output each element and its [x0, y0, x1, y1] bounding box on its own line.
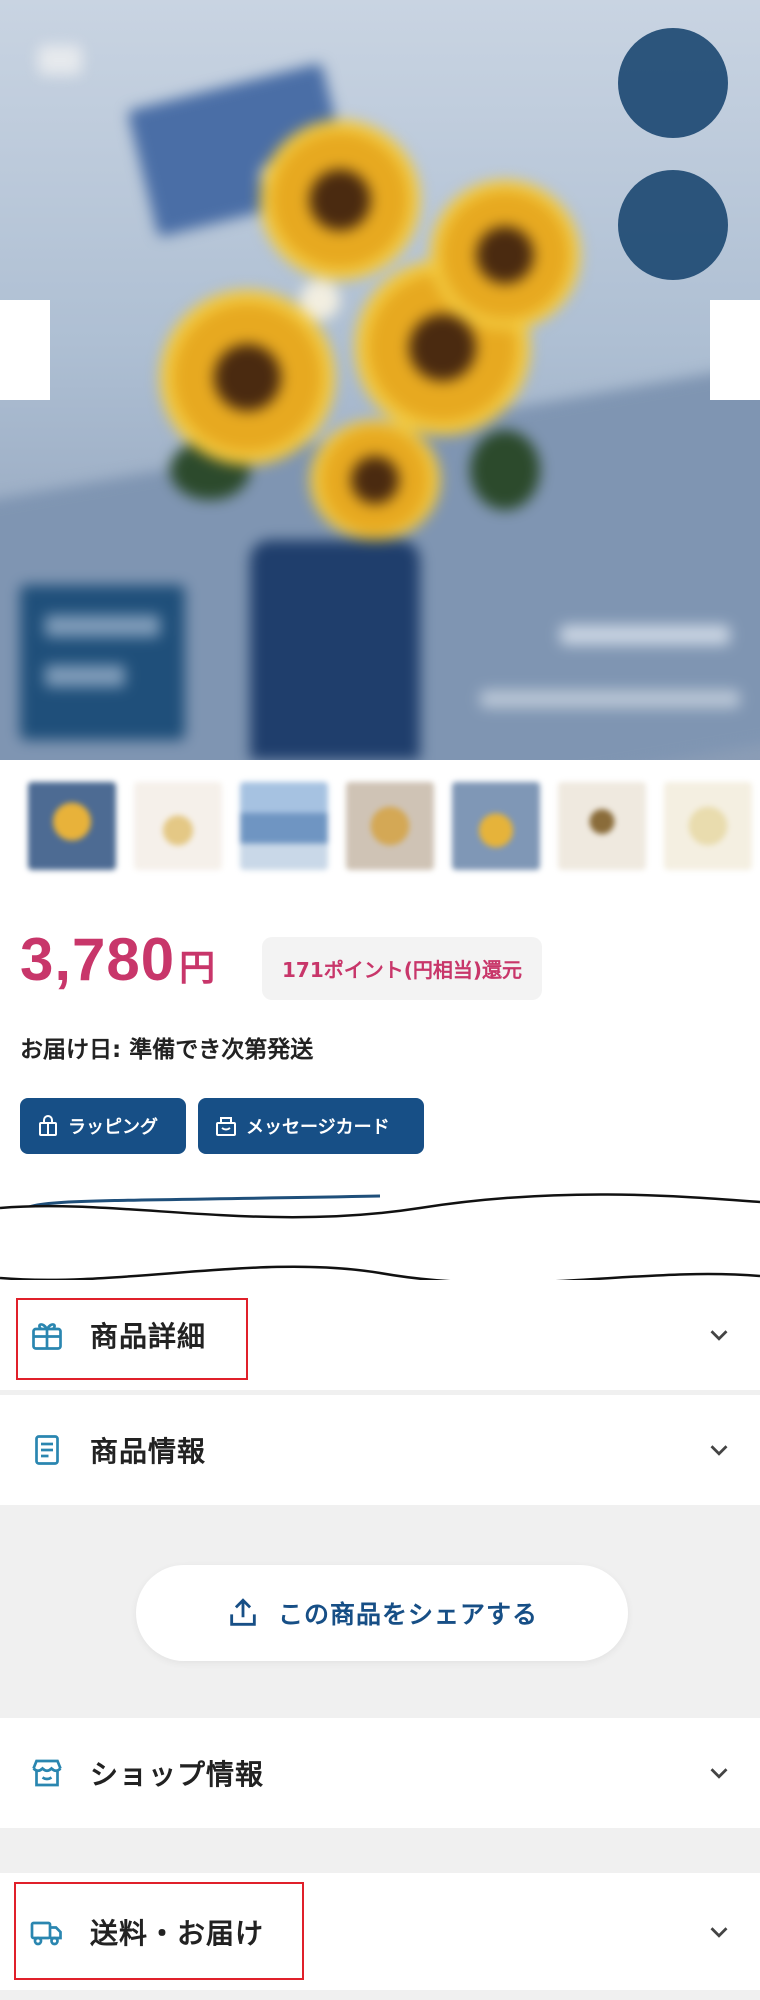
thumbnail[interactable] — [28, 782, 116, 870]
price-amount: 3,780 — [20, 926, 176, 993]
gift-bag-icon — [39, 1115, 57, 1136]
accordion-title: 送料・お届け — [90, 1916, 265, 1950]
product-main-image[interactable] — [0, 0, 760, 760]
price: 3,780 円 — [20, 930, 215, 990]
points-badge: 171ポイント(円相当)還元 — [262, 937, 543, 1000]
thumbnail[interactable] — [240, 782, 328, 870]
document-icon — [35, 1435, 59, 1465]
accordion-title: 商品詳細 — [90, 1320, 207, 1353]
thumbnail[interactable] — [134, 782, 222, 870]
message-card-icon — [216, 1117, 236, 1136]
thumbnail[interactable] — [452, 782, 540, 870]
divider — [0, 1990, 760, 2000]
accordion-shop-info[interactable]: ショップ情報 — [0, 1718, 760, 1828]
product-badge — [618, 170, 728, 280]
product-badge — [618, 28, 728, 138]
chevron-down-icon — [710, 1445, 728, 1456]
divider — [0, 1828, 760, 1873]
share-icon — [230, 1598, 256, 1626]
chevron-down-icon — [710, 1926, 728, 1938]
delivery-date: お届け日: 準備でき次第発送 — [20, 1037, 314, 1063]
share-button[interactable]: この商品をシェアする — [136, 1565, 628, 1661]
truck-icon — [30, 1921, 62, 1945]
chevron-down-icon — [710, 1330, 728, 1341]
thumbnail-strip — [0, 770, 760, 885]
thumbnail[interactable] — [346, 782, 434, 870]
carousel-next-edge[interactable] — [710, 300, 760, 400]
thumbnail[interactable] — [664, 782, 752, 870]
wrapping-button[interactable]: ラッピング — [20, 1098, 186, 1154]
shop-icon — [32, 1759, 62, 1787]
carousel-prev-edge[interactable] — [0, 300, 50, 400]
thumbnail[interactable] — [558, 782, 646, 870]
message-card-button[interactable]: メッセージカード — [198, 1098, 424, 1154]
accordion-product-info[interactable]: 商品情報 — [0, 1395, 760, 1505]
accordion-title: 商品情報 — [90, 1435, 207, 1468]
gift-icon — [32, 1323, 62, 1350]
accordion-product-detail[interactable]: 商品詳細 — [0, 1280, 760, 1390]
accordion-shipping[interactable]: 送料・お届け — [0, 1873, 760, 1990]
chevron-down-icon — [710, 1768, 728, 1779]
price-unit: 円 — [179, 947, 216, 989]
message-card-label: メッセージカード — [246, 1117, 390, 1138]
accordion-title: ショップ情報 — [90, 1758, 265, 1791]
share-label: この商品をシェアする — [277, 1600, 538, 1629]
wrapping-label: ラッピング — [68, 1117, 158, 1138]
